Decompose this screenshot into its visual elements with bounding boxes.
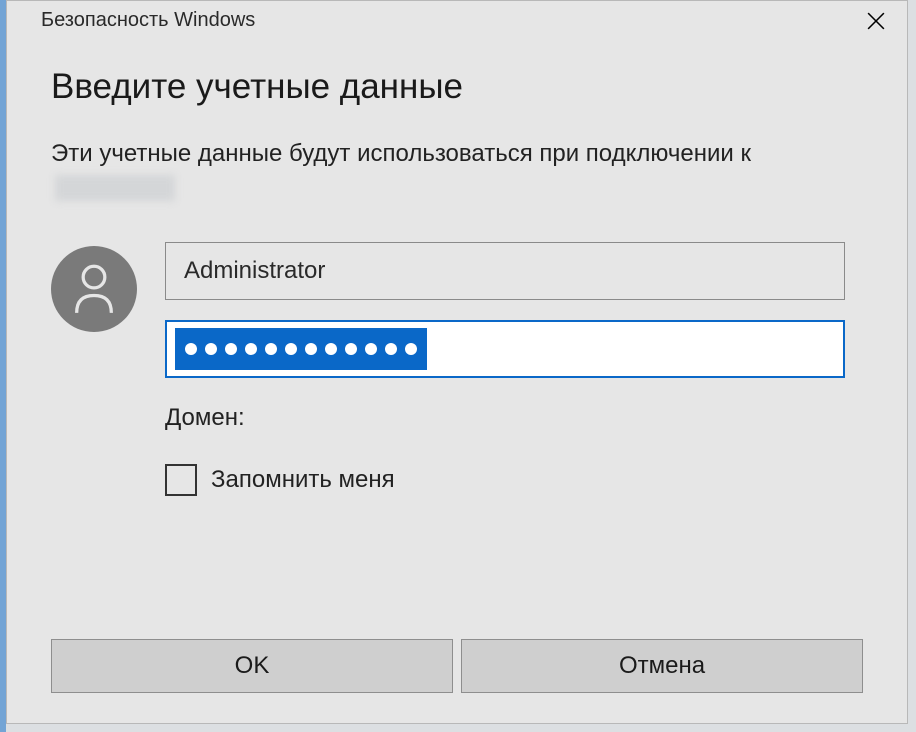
password-dot (345, 343, 357, 355)
password-dot (205, 343, 217, 355)
dialog-subtext: Эти учетные данные будут использоваться … (51, 137, 863, 204)
titlebar-title: Безопасность Windows (41, 9, 255, 32)
password-dot (405, 343, 417, 355)
password-dot (225, 343, 237, 355)
dialog-heading: Введите учетные данные (51, 67, 863, 107)
remember-row: Запомнить меня (165, 464, 863, 496)
domain-label: Домен: (165, 404, 863, 432)
password-selection (175, 328, 427, 370)
password-dot (185, 343, 197, 355)
remember-label: Запомнить меня (211, 466, 395, 494)
credentials-dialog: Безопасность Windows Введите учетные дан… (6, 0, 908, 724)
credentials-row: Домен: Запомнить меня (51, 242, 863, 496)
titlebar: Безопасность Windows (7, 1, 907, 51)
avatar (51, 246, 137, 332)
password-dot (265, 343, 277, 355)
password-dot (305, 343, 317, 355)
close-button[interactable] (853, 5, 899, 37)
username-input[interactable] (165, 242, 845, 300)
subtext-prefix: Эти учетные данные будут использоваться … (51, 140, 751, 167)
password-dot (385, 343, 397, 355)
cancel-button[interactable]: Отмена (461, 639, 863, 693)
redacted-hostname (55, 175, 175, 201)
password-dot (325, 343, 337, 355)
button-row: OK Отмена (7, 639, 907, 723)
password-input[interactable] (165, 320, 845, 378)
dialog-content: Введите учетные данные Эти учетные данны… (7, 51, 907, 639)
fields-column: Домен: Запомнить меня (165, 242, 863, 496)
user-icon (71, 263, 117, 315)
ok-button[interactable]: OK (51, 639, 453, 693)
close-icon (867, 12, 885, 30)
remember-checkbox[interactable] (165, 464, 197, 496)
password-dot (285, 343, 297, 355)
password-dot (365, 343, 377, 355)
password-dot (245, 343, 257, 355)
